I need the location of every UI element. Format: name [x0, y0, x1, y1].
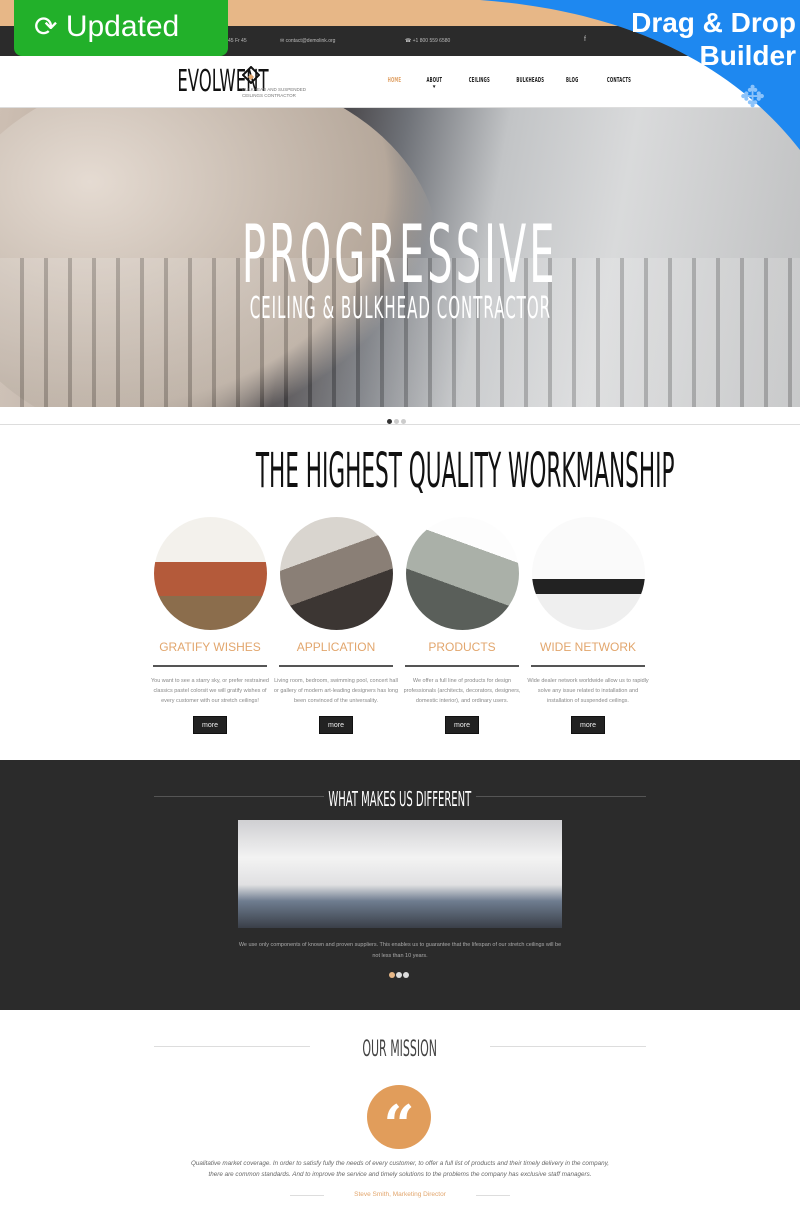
more-button[interactable]: more — [319, 716, 353, 734]
quality-title: THE HIGHEST QUALITY WORKMANSHIP — [255, 443, 675, 499]
different-title: WHAT MAKES US DIFFERENT — [328, 787, 472, 811]
feature-text: Living room, bedroom, swimming pool, con… — [273, 678, 399, 704]
different-pagination — [389, 965, 409, 983]
mission-author: Steve Smith, Marketing Director — [354, 1191, 446, 1198]
different-section: WHAT MAKES US DIFFERENT We use only comp… — [0, 760, 800, 1010]
slide-dot[interactable] — [396, 972, 402, 978]
feature-image-room — [280, 517, 393, 630]
logo-diamond-icon — [242, 66, 260, 84]
refresh-icon: ⟳ — [34, 11, 58, 42]
email-link[interactable]: ✉ contact@demolink.org — [280, 38, 335, 44]
divider — [0, 424, 800, 425]
slide-dot[interactable] — [403, 972, 409, 978]
move-arrows-icon: ✥ — [740, 81, 766, 114]
feature-title: WIDE NETWORK — [540, 640, 636, 654]
dropdown-caret-icon: ▾ — [432, 84, 436, 90]
feature-rule — [405, 665, 519, 667]
feature-image-interior — [532, 517, 645, 630]
builder-badge: Drag & Drop Builder — [631, 7, 796, 71]
updated-badge: ⟳ Updated — [14, 0, 228, 56]
feature-image-living — [406, 517, 519, 630]
feature-rule — [531, 665, 645, 667]
mission-quote: Qualitative market coverage. In order to… — [190, 1160, 610, 1178]
hero-subtitle: CEILING & BULKHEAD CONTRACTOR — [249, 291, 551, 326]
quote-icon: “ — [367, 1085, 431, 1157]
more-button[interactable]: more — [193, 716, 227, 734]
phone-number: +1 800 559 6580 — [412, 38, 451, 44]
email-text: contact@demolink.org — [285, 38, 336, 44]
feature-text: We offer a full line of products for des… — [403, 678, 521, 704]
hero-pagination — [386, 411, 407, 429]
phone-text: ☎ +1 800 559 6580 — [405, 38, 451, 44]
slide-dot-active[interactable] — [389, 972, 395, 978]
updated-label: Updated — [65, 10, 180, 43]
feature-title: APPLICATION — [296, 640, 376, 654]
different-image — [238, 820, 562, 928]
hours-text: 45 Fr 45 — [228, 38, 247, 44]
logo[interactable]: EVOLWENT — [140, 64, 268, 99]
feature-rule — [279, 665, 393, 667]
nav-about[interactable]: ABOUT ▾ — [420, 76, 449, 90]
nav-home[interactable]: HOME — [382, 76, 407, 84]
more-button[interactable]: more — [445, 716, 479, 734]
feature-rule — [153, 665, 267, 667]
feature-text: You want to see a starry sky, or prefer … — [150, 678, 269, 704]
different-text: We use only components of known and prov… — [238, 942, 562, 959]
mission-title: OUR MISSION — [362, 1037, 438, 1062]
feature-title: PRODUCTS — [428, 640, 496, 654]
feature-title: GRATIFY WISHES — [159, 640, 261, 654]
hero-title: PROGRESSIVE — [242, 208, 558, 301]
hero-slider: PROGRESSIVE CEILING & BULKHEAD CONTRACTO… — [0, 108, 800, 407]
feature-image-patio — [154, 517, 267, 630]
tagline: BULKHEAD AND SUSPENDED CEILINGS CONTRACTO… — [242, 87, 307, 98]
more-button[interactable]: more — [571, 716, 605, 734]
feature-text: Wide dealer network worldwide allow us t… — [527, 678, 649, 704]
